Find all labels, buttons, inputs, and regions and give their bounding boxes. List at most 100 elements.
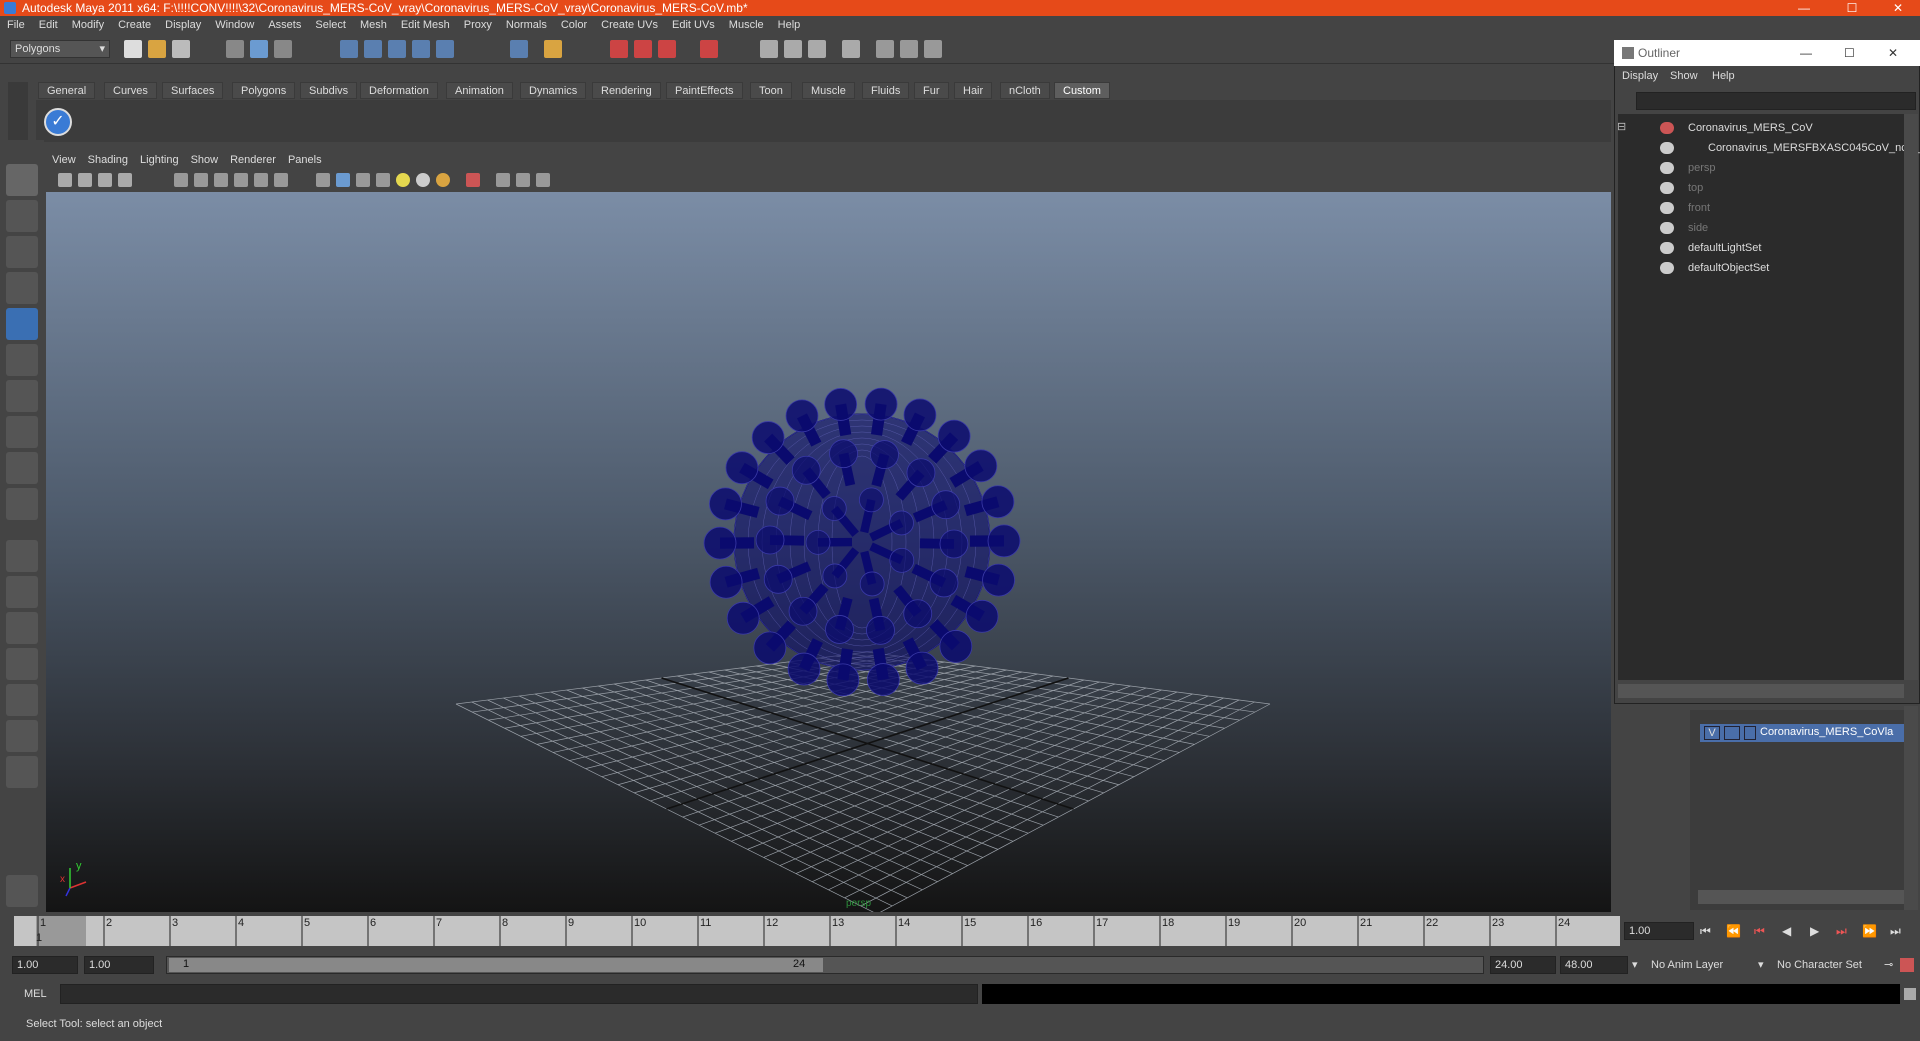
render-current-icon[interactable]: [610, 40, 628, 58]
safe-title-icon[interactable]: [274, 173, 288, 187]
tab-hair[interactable]: Hair: [954, 82, 993, 99]
panel-menu-view[interactable]: View: [46, 150, 82, 170]
snap-grid-icon[interactable]: [340, 40, 358, 58]
tab-fur[interactable]: Fur: [914, 82, 949, 99]
layer-template-toggle[interactable]: [1724, 726, 1740, 740]
outliner-minimize-button[interactable]: —: [1800, 40, 1812, 66]
range-slider-handle[interactable]: [169, 958, 823, 972]
ipr-render-icon[interactable]: [634, 40, 652, 58]
outliner-item[interactable]: side: [1688, 220, 1708, 236]
menu-display[interactable]: Display: [158, 16, 208, 34]
layer-vertical-scrollbar[interactable]: [1904, 706, 1918, 910]
menu-assets[interactable]: Assets: [261, 16, 308, 34]
panel-menu-lighting[interactable]: Lighting: [134, 150, 185, 170]
tab-general[interactable]: General: [38, 82, 96, 99]
collapse-icon[interactable]: ⊟: [1617, 120, 1626, 133]
menu-create[interactable]: Create: [111, 16, 158, 34]
last-tool-icon[interactable]: [6, 488, 38, 520]
chevron-down-icon[interactable]: ▾: [1758, 958, 1764, 971]
go-to-start-icon[interactable]: ⏮: [1700, 924, 1711, 938]
tab-polygons[interactable]: Polygons: [232, 82, 296, 99]
tab-painteffects[interactable]: PaintEffects: [666, 82, 743, 99]
menu-help[interactable]: Help: [771, 16, 808, 34]
textured-icon[interactable]: [376, 173, 390, 187]
menu-modify[interactable]: Modify: [65, 16, 111, 34]
play-forward-icon[interactable]: ▶: [1810, 924, 1819, 938]
four-pane-layout-icon[interactable]: [6, 576, 38, 608]
select-tool-icon[interactable]: [6, 164, 38, 196]
show-manip-icon[interactable]: [6, 452, 38, 484]
layer-color-swatch[interactable]: [1744, 726, 1756, 740]
smooth-shade-icon[interactable]: [336, 173, 350, 187]
menu-color[interactable]: Color: [554, 16, 594, 34]
outliner-menu-show[interactable]: Show: [1670, 70, 1698, 82]
time-slider[interactable]: 1 2 3 4 5 6 7 8 9 10 11 12 13 14 15 16 17 18 19 20 21 22 23 24 …: [0, 912, 1920, 950]
graph-layout-icon[interactable]: [6, 648, 38, 680]
isolate-select-icon[interactable]: [466, 173, 480, 187]
snap-point-icon[interactable]: [388, 40, 406, 58]
tab-dynamics[interactable]: Dynamics: [520, 82, 587, 99]
attribute-editor-icon[interactable]: [760, 40, 778, 58]
step-back-frame-icon[interactable]: ⏮: [1754, 924, 1765, 938]
menu-create-uvs[interactable]: Create UVs: [594, 16, 665, 34]
hypershade-layout-icon[interactable]: [6, 684, 38, 716]
help-icon[interactable]: [510, 40, 528, 58]
menu-normals[interactable]: Normals: [499, 16, 554, 34]
grid-toggle-icon[interactable]: [174, 173, 188, 187]
gate-mask-icon[interactable]: [234, 173, 248, 187]
snap-plane-icon[interactable]: [412, 40, 430, 58]
script-editor-icon[interactable]: [1904, 988, 1916, 1000]
tab-curves[interactable]: Curves: [104, 82, 157, 99]
lock-icon[interactable]: [544, 40, 562, 58]
select-component-icon[interactable]: [274, 40, 292, 58]
panel-menu-renderer[interactable]: Renderer: [224, 150, 282, 170]
channel-box-icon[interactable]: [808, 40, 826, 58]
tab-surfaces[interactable]: Surfaces: [162, 82, 224, 99]
key-icon[interactable]: ⊸: [1884, 958, 1893, 971]
tab-ncloth[interactable]: nCloth: [1000, 82, 1050, 99]
maximize-button[interactable]: ☐: [1842, 0, 1862, 16]
outliner-vertical-scrollbar[interactable]: [1904, 114, 1918, 680]
menu-edit-uvs[interactable]: Edit UVs: [665, 16, 722, 34]
play-backward-icon[interactable]: ◀: [1782, 924, 1791, 938]
menu-window[interactable]: Window: [208, 16, 261, 34]
viewport-persp[interactable]: y x persp: [46, 192, 1611, 912]
close-button[interactable]: ✕: [1888, 0, 1908, 16]
shadows-icon[interactable]: [436, 173, 450, 187]
tab-fluids[interactable]: Fluids: [862, 82, 910, 99]
tab-muscle[interactable]: Muscle: [802, 82, 855, 99]
bookmarks-icon[interactable]: [98, 173, 112, 187]
wireframe-icon[interactable]: [316, 173, 330, 187]
resolution-gate-icon[interactable]: [214, 173, 228, 187]
graph-editor-icon[interactable]: [924, 40, 942, 58]
script-layout-icon[interactable]: [6, 720, 38, 752]
select-camera-icon[interactable]: [58, 173, 72, 187]
soft-mod-icon[interactable]: [6, 416, 38, 448]
xray-icon[interactable]: [496, 173, 510, 187]
layout-icon[interactable]: [842, 40, 860, 58]
manipulator-icon[interactable]: [6, 380, 38, 412]
mel-command-input[interactable]: [60, 984, 978, 1004]
chevron-down-icon[interactable]: ▾: [1632, 958, 1638, 971]
outliner-close-button[interactable]: ✕: [1888, 40, 1898, 66]
outliner-filter-input[interactable]: [1636, 92, 1916, 110]
step-forward-key-icon[interactable]: ⏩: [1862, 924, 1877, 938]
panel-menu-shading[interactable]: Shading: [82, 150, 134, 170]
outliner-layout-icon[interactable]: [6, 612, 38, 644]
outliner-item[interactable]: defaultObjectSet: [1688, 260, 1769, 276]
film-gate-icon[interactable]: [194, 173, 208, 187]
menu-proxy[interactable]: Proxy: [457, 16, 499, 34]
check-icon[interactable]: ✓: [44, 108, 72, 136]
hypershade-icon[interactable]: [700, 40, 718, 58]
scale-tool-icon[interactable]: [6, 344, 38, 376]
anim-layer-dropdown[interactable]: No Anim Layer: [1646, 956, 1758, 974]
camera-attributes-icon[interactable]: [78, 173, 92, 187]
playback-start-field[interactable]: 1.00: [84, 956, 154, 974]
menu-mesh[interactable]: Mesh: [353, 16, 394, 34]
range-slider[interactable]: 1 24: [166, 956, 1484, 974]
panel-menu-show[interactable]: Show: [185, 150, 225, 170]
tab-toon[interactable]: Toon: [750, 82, 792, 99]
new-scene-icon[interactable]: [124, 40, 142, 58]
outliner-item[interactable]: front: [1688, 200, 1710, 216]
safe-action-icon[interactable]: [254, 173, 268, 187]
